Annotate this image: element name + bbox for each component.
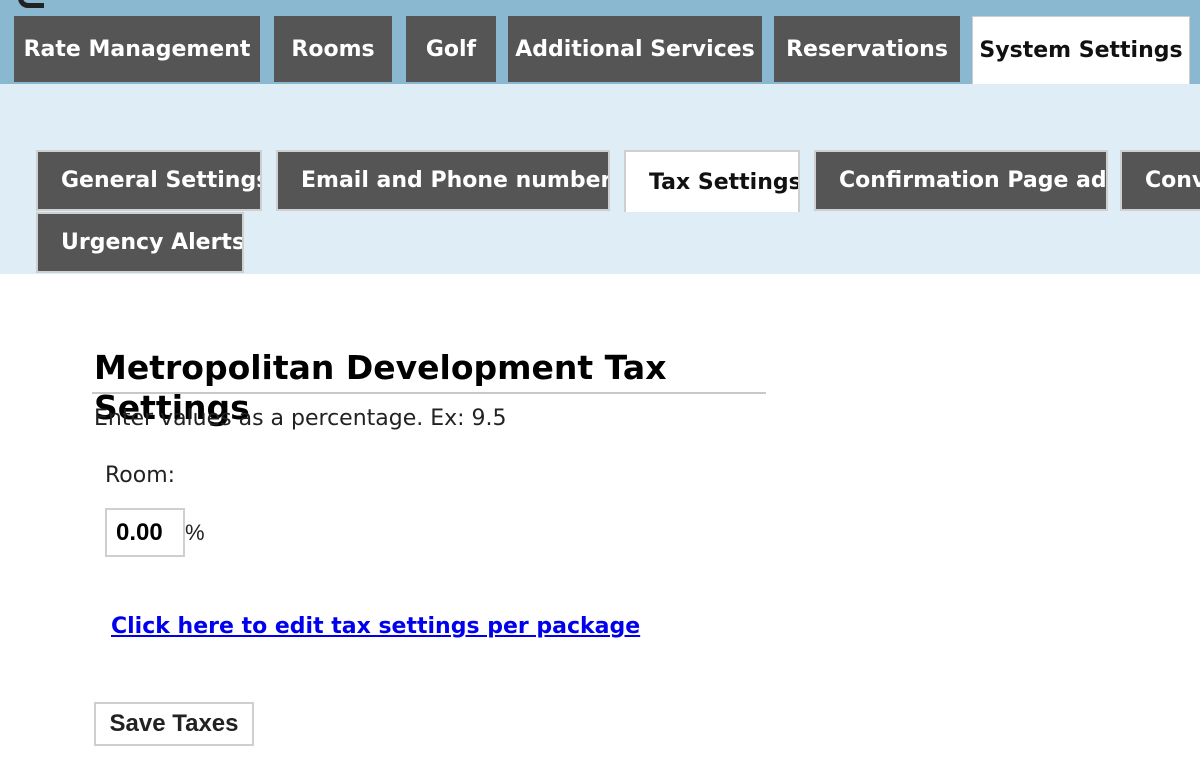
page-title: Metropolitan Development Tax Settings [92, 348, 766, 427]
percent-sign: % [185, 520, 205, 545]
tab-rate-management[interactable]: Rate Management [14, 16, 260, 82]
logo-fragment [18, 0, 44, 8]
room-tax-input[interactable] [105, 508, 185, 557]
percentage-hint: Enter values as a percentage. Ex: 9.5 [94, 406, 507, 431]
subtab-urgency-alerts[interactable]: Urgency Alerts [36, 212, 244, 273]
subtab-tax-settings[interactable]: Tax Settings [624, 150, 800, 212]
room-tax-label: Room: [105, 463, 176, 488]
top-navigation-bar: Rate Management Rooms Golf Additional Se… [0, 0, 1200, 84]
subtab-email-phone[interactable]: Email and Phone numbers [276, 150, 610, 211]
tab-golf[interactable]: Golf [406, 16, 496, 82]
tax-settings-panel: Metropolitan Development Tax Settings En… [10, 274, 1200, 762]
subtab-conv[interactable]: Conv [1120, 150, 1200, 211]
subtab-confirmation-page-ads[interactable]: Confirmation Page ads [814, 150, 1108, 211]
tab-reservations[interactable]: Reservations [774, 16, 960, 82]
subtab-general-settings[interactable]: General Settings [36, 150, 262, 211]
edit-package-tax-link[interactable]: Click here to edit tax settings per pack… [111, 614, 640, 639]
save-taxes-button[interactable]: Save Taxes [94, 702, 254, 746]
tab-rooms[interactable]: Rooms [274, 16, 392, 82]
tab-additional-services[interactable]: Additional Services [508, 16, 762, 82]
tab-system-settings[interactable]: System Settings [972, 16, 1190, 84]
